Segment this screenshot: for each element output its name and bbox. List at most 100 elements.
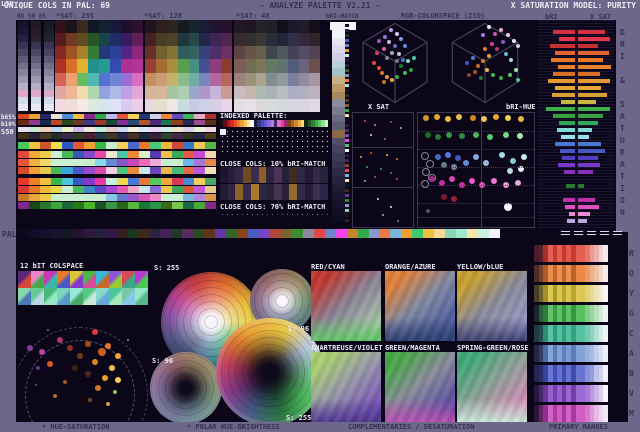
ramp-column bbox=[44, 21, 54, 111]
scatter-dot bbox=[105, 343, 111, 349]
colspace-cell bbox=[83, 288, 96, 305]
bri-cell bbox=[332, 91, 345, 100]
palette-strip-row bbox=[18, 142, 216, 149]
scatter-dot bbox=[102, 375, 108, 381]
swatch bbox=[73, 194, 84, 201]
palette-strip-row bbox=[18, 133, 216, 139]
bri-bar bbox=[552, 93, 575, 97]
swatch bbox=[139, 120, 150, 125]
swatch bbox=[172, 167, 183, 174]
map-cell bbox=[188, 20, 200, 34]
scatter-dot bbox=[370, 152, 372, 154]
swatch bbox=[161, 114, 172, 119]
map-cell bbox=[244, 85, 256, 99]
swatch bbox=[84, 178, 95, 185]
map-cell bbox=[77, 72, 88, 86]
tick bbox=[345, 139, 349, 142]
close-cols-10-row-a bbox=[220, 167, 329, 183]
gridline bbox=[418, 185, 534, 186]
swatch bbox=[161, 133, 172, 139]
swatch bbox=[412, 229, 424, 238]
map-cell bbox=[266, 46, 277, 60]
palette-strip-rows bbox=[18, 110, 216, 212]
wheel-label-0: S: 255 bbox=[154, 264, 180, 272]
map-cell bbox=[110, 46, 121, 60]
map-cell bbox=[166, 59, 178, 73]
map-cell bbox=[177, 72, 189, 86]
scatter-dot bbox=[77, 353, 83, 359]
comp-label-0: RED/CYAN bbox=[311, 263, 345, 271]
map-cell bbox=[155, 46, 167, 60]
map-cell bbox=[199, 85, 211, 99]
map-cell bbox=[255, 46, 267, 60]
swatch bbox=[84, 127, 95, 132]
swatch bbox=[150, 142, 161, 149]
swatch bbox=[40, 202, 51, 209]
map-cell bbox=[199, 59, 211, 73]
tick bbox=[345, 104, 349, 107]
swatch bbox=[161, 186, 172, 193]
ramp-cell bbox=[31, 62, 41, 70]
swatch bbox=[434, 229, 446, 238]
swatch bbox=[95, 142, 106, 149]
ramp-cell bbox=[18, 83, 28, 91]
swatch bbox=[302, 229, 314, 238]
map-cell bbox=[66, 20, 77, 34]
swatch bbox=[62, 186, 73, 193]
map-cell bbox=[110, 72, 121, 86]
swatch bbox=[172, 120, 183, 125]
ramp-cell bbox=[31, 97, 41, 105]
map-cell bbox=[66, 59, 77, 73]
swatch bbox=[106, 151, 117, 158]
swatch bbox=[194, 186, 205, 193]
bri-bar bbox=[559, 37, 575, 41]
bri-bar bbox=[555, 142, 575, 146]
bri-cell bbox=[332, 99, 345, 107]
swatch bbox=[401, 229, 413, 238]
colspace-cell bbox=[44, 288, 57, 305]
sat-bar bbox=[578, 30, 605, 34]
swatch bbox=[117, 194, 128, 201]
swatch bbox=[117, 133, 128, 139]
scatter-dot bbox=[445, 152, 451, 158]
swatch bbox=[297, 184, 305, 200]
tick bbox=[345, 219, 349, 222]
map-cell bbox=[266, 98, 277, 112]
bri-bar bbox=[553, 114, 575, 118]
tick bbox=[345, 144, 349, 147]
map-cell bbox=[234, 20, 245, 34]
map-cell bbox=[99, 59, 110, 73]
tick bbox=[345, 154, 349, 157]
map-cell bbox=[132, 33, 143, 47]
bri-cell bbox=[332, 45, 345, 54]
ramp-cell bbox=[31, 34, 41, 42]
map-cell bbox=[132, 72, 143, 86]
swatch bbox=[106, 120, 117, 125]
swatch bbox=[106, 202, 117, 209]
map-cell bbox=[88, 59, 99, 73]
bri-cell bbox=[332, 68, 345, 77]
bri-cell bbox=[332, 199, 345, 207]
bri-cell bbox=[332, 114, 345, 123]
scatter-dot bbox=[360, 156, 362, 158]
swatch bbox=[29, 142, 40, 149]
vertical-letter: T bbox=[620, 172, 625, 181]
swatch bbox=[40, 178, 51, 185]
swatch bbox=[106, 167, 117, 174]
scatter-dot bbox=[492, 31, 497, 36]
scatter-dot bbox=[505, 115, 511, 121]
bri-cell bbox=[332, 137, 345, 146]
swatch bbox=[368, 229, 380, 238]
scatter-dot bbox=[423, 115, 429, 121]
swatch bbox=[95, 133, 106, 139]
swatch bbox=[172, 186, 183, 193]
map-cell bbox=[166, 72, 178, 86]
scatter-dot bbox=[370, 134, 372, 136]
colspace-cell bbox=[57, 271, 70, 288]
map-cell bbox=[110, 20, 121, 34]
swatch bbox=[40, 127, 51, 132]
swatch bbox=[128, 151, 139, 158]
swatch bbox=[128, 167, 139, 174]
scatter-dot bbox=[389, 50, 394, 55]
swatch bbox=[172, 151, 183, 158]
